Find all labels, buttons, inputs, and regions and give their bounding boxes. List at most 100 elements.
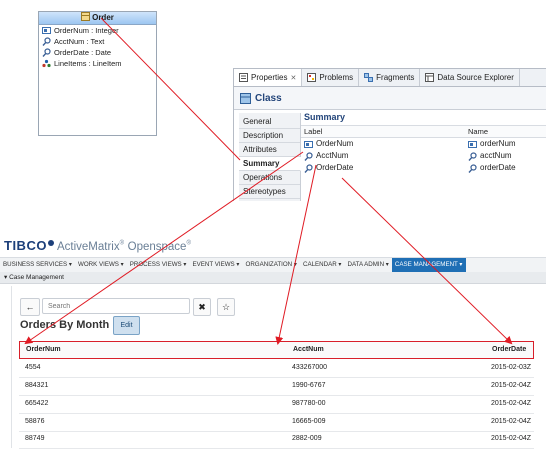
section-stereotypes[interactable]: Stereotypes [239, 185, 300, 199]
summary-row-name: orderDate [480, 163, 516, 172]
cell-ordernum: 884321 [25, 382, 49, 389]
properties-tab-bar: Properties ✕ Problems Fragments Data Sou… [234, 69, 546, 87]
uml-attribute: AcctNum : Text [39, 36, 156, 47]
column-header-acctnum[interactable]: AcctNum [293, 342, 324, 358]
table-row[interactable]: 665422 987780-00 2015-02-04Z [19, 395, 534, 414]
properties-summary: Summary Label Name OrderNum orderNum Acc… [301, 109, 546, 201]
search-attribute-icon [42, 48, 51, 57]
section-summary[interactable]: Summary [239, 157, 301, 171]
cell-orderdate: 2015-02-04Z [491, 418, 532, 425]
cell-acctnum: 16665-009 [292, 418, 326, 425]
cell-ordernum: 4554 [25, 364, 41, 371]
cell-orderdate: 2015-02-03Z [491, 364, 532, 371]
cell-ordernum: 665422 [25, 400, 49, 407]
properties-header-title: Class [255, 92, 282, 104]
section-attributes[interactable]: Attributes [239, 143, 300, 157]
uml-attribute: OrderNum : Integer [39, 25, 156, 36]
properties-icon [239, 73, 248, 82]
grid-header-row: OrderNum AcctNum OrderDate [19, 341, 534, 359]
product-suffix: Openspace [127, 241, 187, 253]
summary-row[interactable]: OrderDate orderDate [301, 162, 546, 174]
search-attribute-icon [304, 151, 313, 161]
favorite-button[interactable]: ☆ [217, 298, 235, 316]
cell-ordernum: 88749 [25, 435, 45, 442]
uml-attribute-label: AcctNum : Text [54, 37, 105, 46]
uml-attribute-label: LineItems : LineItem [54, 59, 122, 68]
section-general[interactable]: General [239, 115, 300, 129]
nav-business-services[interactable]: BUSINESS SERVICES ▾ [0, 258, 75, 272]
uml-attribute-label: OrderNum : Integer [54, 26, 119, 35]
data-source-icon [425, 73, 435, 82]
column-header-orderdate[interactable]: OrderDate [492, 342, 526, 358]
product-name: ActiveMatrix [56, 241, 120, 253]
search-attribute-icon [42, 37, 51, 46]
section-operations[interactable]: Operations [239, 171, 300, 185]
clear-search-button[interactable]: ✖ [193, 298, 211, 316]
nav-work-views[interactable]: WORK VIEWS ▾ [75, 258, 127, 272]
tab-label: Fragments [376, 73, 415, 82]
nav-organization[interactable]: ORGANIZATION ▾ [243, 258, 300, 272]
uml-attribute-label: OrderDate : Date [54, 48, 112, 57]
main-nav: BUSINESS SERVICES ▾ WORK VIEWS ▾ PROCESS… [0, 257, 546, 273]
cell-ordernum: 58876 [25, 418, 45, 425]
summary-title: Summary [304, 112, 346, 122]
column-label: Label [304, 127, 323, 136]
summary-row-name: orderNum [480, 139, 516, 148]
tab-fragments[interactable]: Fragments [359, 69, 421, 86]
fragments-icon [364, 73, 374, 82]
uml-attribute: LineItems : LineItem [39, 58, 156, 69]
cell-acctnum: 433267000 [292, 364, 328, 371]
uml-class-name: Order [92, 13, 114, 22]
summary-row-label: OrderDate [316, 163, 354, 172]
tab-label: Problems [319, 73, 354, 82]
column-header-ordernum[interactable]: OrderNum [26, 342, 61, 358]
search-attribute-icon [468, 151, 477, 161]
summary-row[interactable]: AcctNum acctNum [301, 150, 546, 162]
summary-row[interactable]: OrderNum orderNum [301, 138, 546, 150]
search-attribute-icon [304, 163, 313, 173]
summary-row-name: acctNum [480, 151, 512, 160]
summary-row-label: AcctNum [316, 151, 349, 160]
id-attribute-icon [42, 26, 51, 35]
nav-data-admin[interactable]: DATA ADMIN ▾ [345, 258, 392, 272]
table-row[interactable]: 88749 2882-009 2015-02-04Z [19, 430, 534, 449]
summary-column-header: Label Name [301, 125, 546, 138]
tab-data-source-explorer[interactable]: Data Source Explorer [420, 69, 520, 86]
search-input[interactable] [42, 298, 190, 314]
cell-acctnum: 2882-009 [292, 435, 322, 442]
class-icon [81, 12, 91, 21]
class-icon [240, 92, 251, 104]
table-row[interactable]: 884321 1990-6767 2015-02-04Z [19, 377, 534, 396]
nav-calendar[interactable]: CALENDAR ▾ [300, 258, 345, 272]
back-button[interactable]: ← [20, 298, 40, 316]
association-icon [42, 59, 51, 68]
nav-event-views[interactable]: EVENT VIEWS ▾ [190, 258, 243, 272]
cell-acctnum: 1990-6767 [292, 382, 326, 389]
tab-properties[interactable]: Properties ✕ [234, 69, 303, 86]
cell-orderdate: 2015-02-04Z [491, 435, 532, 442]
tab-label: Data Source Explorer [437, 73, 514, 82]
properties-section-list: General Description Attributes Summary O… [239, 113, 301, 201]
logo-ball-icon [47, 240, 54, 246]
nav-process-views[interactable]: PROCESS VIEWS ▾ [127, 258, 190, 272]
search-attribute-icon [468, 163, 477, 173]
nav-case-management[interactable]: CASE MANAGEMENT ▾ [391, 258, 466, 272]
tab-label: Properties [251, 73, 288, 82]
breadcrumb[interactable]: ▾ Case Management [0, 272, 546, 284]
summary-row-label: OrderNum [316, 139, 354, 148]
app-logo: TIBCO ActiveMatrix® Openspace® [4, 238, 191, 253]
tibco-logo-text: TIBCO [4, 238, 47, 253]
properties-header: Class [234, 87, 546, 110]
cell-orderdate: 2015-02-04Z [491, 382, 532, 389]
uml-attribute: OrderDate : Date [39, 47, 156, 58]
uml-class-title: Order [39, 12, 156, 25]
close-icon[interactable]: ✕ [290, 74, 296, 82]
section-description[interactable]: Description [239, 129, 300, 143]
properties-panel: Properties ✕ Problems Fragments Data Sou… [233, 68, 546, 201]
uml-class-box: Order OrderNum : Integer AcctNum : Text … [38, 11, 157, 136]
tab-problems[interactable]: Problems [302, 69, 360, 86]
id-attribute-icon [468, 140, 477, 149]
table-row[interactable]: 4554 433267000 2015-02-03Z [19, 359, 534, 378]
cell-orderdate: 2015-02-04Z [491, 400, 532, 407]
edit-button[interactable]: Edit [113, 316, 140, 335]
